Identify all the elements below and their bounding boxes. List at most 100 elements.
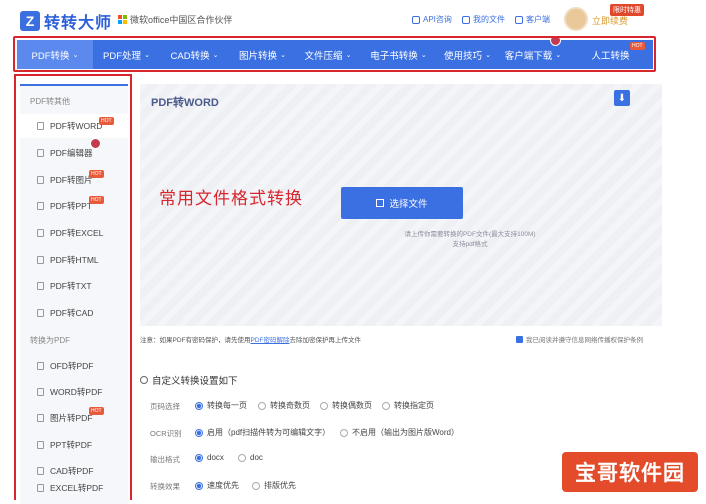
logo-text: 转转大师: [44, 15, 113, 32]
sidebar-item-label: OFD转PDF: [50, 361, 94, 371]
sidebar-item-label: PPT转PDF: [50, 440, 93, 450]
radio-icon: [195, 401, 203, 410]
nav-manual-convert[interactable]: 人工转换 HOT: [568, 40, 653, 69]
radio-icon: [195, 453, 203, 462]
format-label: 输出格式: [150, 455, 180, 464]
chevron-down-icon: ⌄: [345, 51, 352, 59]
sidebar-item-word-to-pdf[interactable]: WORD转PDF: [20, 380, 128, 404]
sidebar-item-pdf-to-cad[interactable]: PDF转CAD: [20, 301, 128, 325]
effect-option-layout[interactable]: 排版优先: [252, 480, 296, 491]
my-files-link[interactable]: 我的文件: [462, 14, 505, 25]
sidebar-item-image-to-pdf[interactable]: 图片转PDF HOT: [20, 406, 128, 430]
page-option-odd[interactable]: 转换奇数页: [258, 400, 310, 411]
nav-ebook-convert[interactable]: 电子书转换 ⌄: [360, 40, 437, 69]
nav-client-download[interactable]: 客户端下载 ⌄: [498, 35, 568, 69]
nav-image-convert[interactable]: 图片转换 ⌄: [229, 40, 296, 69]
effect-option-speed[interactable]: 速度优先: [195, 480, 239, 491]
page-title: PDF转WORD: [151, 97, 219, 109]
hero-slogan: 常用文件格式转换: [159, 189, 303, 208]
file-icon: [37, 256, 44, 264]
chevron-down-icon: ⌄: [420, 51, 427, 59]
upload-area[interactable]: PDF转WORD ⬇ 常用文件格式转换 选择文件 请上传你需要转换的PDF文件(…: [140, 84, 662, 326]
settings-title: 自定义转换设置如下: [140, 373, 238, 387]
my-files-label: 我的文件: [473, 15, 505, 24]
sidebar-item-label: PDF转图片: [50, 175, 93, 185]
radio-icon: [340, 428, 348, 437]
sidebar-item-excel-to-pdf[interactable]: EXCEL转PDF: [20, 480, 128, 496]
nav-pdf-process[interactable]: PDF处理 ⌄: [93, 40, 160, 69]
sidebar-item-ppt-to-pdf[interactable]: PPT转PDF: [20, 433, 128, 457]
hot-badge: HOT: [99, 117, 114, 125]
sidebar-item-label: PDF转TXT: [50, 281, 92, 291]
sidebar-item-label: PDF编辑器: [50, 148, 93, 158]
format-option-doc[interactable]: doc: [238, 453, 263, 462]
nav-file-compress[interactable]: 文件压缩 ⌄: [296, 40, 360, 69]
chevron-down-icon: ⌄: [555, 51, 562, 59]
sidebar-item-label: PDF转PPT: [50, 201, 93, 211]
logo[interactable]: Z 转转大师: [20, 9, 112, 33]
option-label: 转换奇数页: [270, 401, 310, 410]
option-label: 速度优先: [207, 481, 239, 490]
upload-icon: [376, 199, 385, 207]
ocr-label: OCR识别: [150, 429, 182, 438]
pdf-unlock-link[interactable]: PDF密码解除: [251, 337, 290, 344]
nav-label: 文件压缩: [304, 50, 343, 62]
format-hint: 支持pdf格式: [452, 241, 488, 248]
option-label: 排版优先: [264, 481, 296, 490]
option-label: 不启用（输出为图片版Word）: [352, 428, 459, 437]
sidebar-item-label: PDF转CAD: [50, 308, 94, 318]
ocr-option-disable[interactable]: 不启用（输出为图片版Word）: [340, 427, 459, 438]
nav-pdf-convert[interactable]: PDF转换 ⌄: [17, 40, 93, 69]
chevron-down-icon: ⌄: [212, 51, 219, 59]
microsoft-icon: [118, 15, 127, 24]
nav-cad-convert[interactable]: CAD转换 ⌄: [160, 40, 229, 69]
sidebar-item-pdf-to-image[interactable]: PDF转图片 HOT: [20, 168, 128, 192]
file-icon: [37, 362, 44, 370]
agreement-checkbox[interactable]: [516, 335, 523, 343]
page-option-specific[interactable]: 转换指定页: [382, 400, 434, 411]
option-label: docx: [207, 453, 224, 462]
file-icon: [37, 441, 44, 449]
sidebar-item-pdf-editor[interactable]: PDF编辑器: [20, 138, 128, 165]
format-option-docx[interactable]: docx: [195, 453, 224, 462]
avatar[interactable]: [564, 7, 588, 31]
nav-tips[interactable]: 使用技巧 ⌄: [437, 40, 498, 69]
chevron-down-icon: ⌄: [144, 51, 150, 59]
sidebar-item-pdf-to-word[interactable]: PDF转WORD HOT: [20, 114, 128, 138]
file-icon: [37, 229, 44, 237]
download-icon: [515, 15, 523, 24]
api-consult-link[interactable]: API咨询: [412, 14, 452, 25]
select-file-label: 选择文件: [389, 199, 428, 210]
settings-title-text: 自定义转换设置如下: [152, 376, 238, 387]
page-option-every[interactable]: 转换每一页: [195, 400, 247, 411]
sidebar-item-pdf-to-excel[interactable]: PDF转EXCEL: [20, 221, 128, 245]
select-file-button[interactable]: 选择文件: [341, 187, 463, 219]
file-icon: [37, 176, 44, 184]
file-icon: [37, 484, 44, 492]
page-option-even[interactable]: 转换偶数页: [320, 400, 372, 411]
download-icon[interactable]: ⬇: [614, 90, 630, 106]
sidebar-item-pdf-to-txt[interactable]: PDF转TXT: [20, 274, 128, 298]
ocr-option-enable[interactable]: 启用（pdf扫描件转为可编辑文字）: [195, 427, 330, 438]
sidebar-item-pdf-to-ppt[interactable]: PDF转PPT HOT: [20, 194, 128, 218]
radio-icon: [258, 401, 266, 410]
partner-badge: 微软office中国区合作伙伴: [118, 13, 232, 26]
note-prefix: 注意：如果PDF有密码保护，请先使用: [140, 337, 251, 344]
promo-badge: 限时特惠: [610, 4, 644, 16]
chevron-down-icon: ⌄: [280, 51, 286, 59]
partner-text: 微软office中国区合作伙伴: [130, 15, 233, 25]
radio-icon: [320, 401, 328, 410]
file-icon: [37, 122, 44, 130]
sidebar-item-label: CAD转PDF: [50, 466, 94, 476]
agreement[interactable]: 我已阅读并遵守信息网络传播权保护条例: [516, 334, 643, 344]
password-note: 注意：如果PDF有密码保护，请先使用PDF密码解除去除加密保护再上传文件: [140, 334, 361, 344]
sidebar-item-label: PDF转EXCEL: [50, 228, 104, 238]
sidebar-item-ofd-to-pdf[interactable]: OFD转PDF: [20, 354, 128, 378]
chevron-down-icon: ⌄: [485, 51, 491, 59]
sidebar-item-pdf-to-html[interactable]: PDF转HTML: [20, 248, 128, 272]
upload-hint: 请上传你需要转换的PDF文件(最大支持100M): [404, 231, 536, 238]
option-label: 转换每一页: [207, 401, 247, 410]
client-link[interactable]: 客户端: [515, 14, 550, 25]
file-icon: [37, 414, 44, 422]
effect-label: 转换效果: [150, 482, 180, 491]
